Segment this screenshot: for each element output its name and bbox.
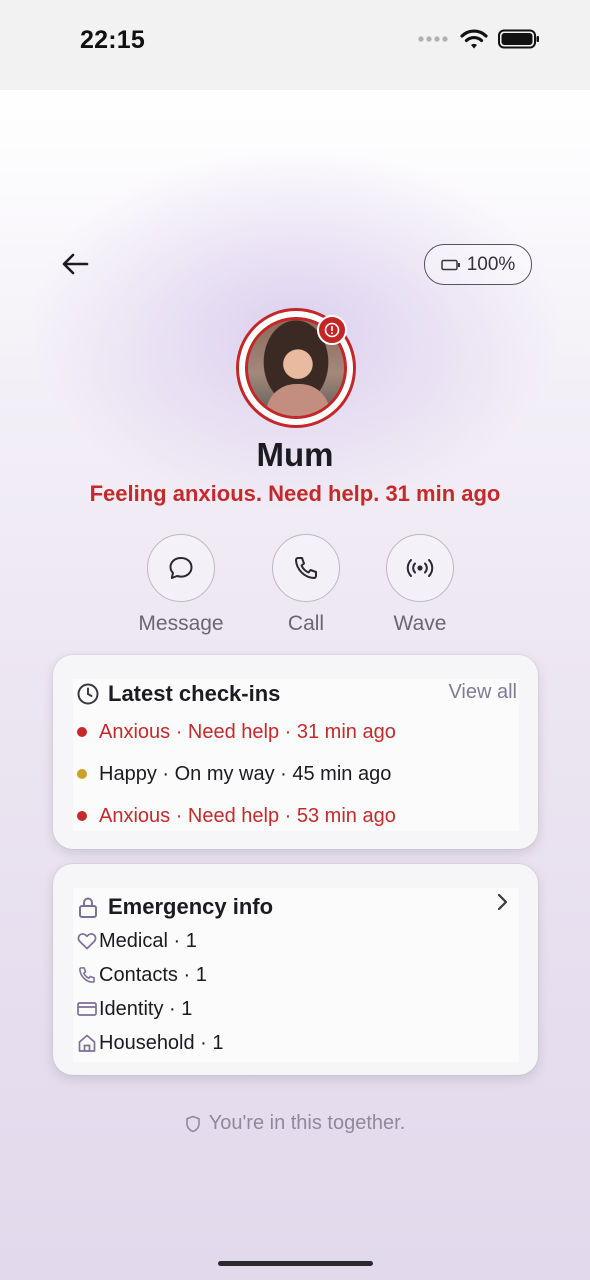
emergency-card[interactable]: Emergency info Medical · 1 Contacts · 1 <box>53 864 538 1075</box>
emergency-title: Emergency info <box>108 894 274 919</box>
emergency-item-label: Contacts · 1 <box>99 963 207 986</box>
battery-status-icon <box>498 29 539 49</box>
clock-icon <box>77 683 99 705</box>
footer-note: You're in this together. <box>0 1112 590 1135</box>
checkin-text: Anxious · Need help · 31 min ago <box>99 720 396 743</box>
lock-icon <box>79 897 97 918</box>
battery-level: 100% <box>466 253 516 275</box>
emergency-list: Medical · 1 Contacts · 1 Identity · 1 Ho… <box>73 924 519 1060</box>
emergency-header: Emergency info <box>73 892 519 922</box>
checkin-row[interactable]: Happy · On my way · 45 min ago <box>73 753 519 795</box>
checkin-text: Happy · On my way · 45 min ago <box>99 762 392 785</box>
wifi-icon <box>460 29 488 49</box>
message-label: Message <box>138 612 224 635</box>
status-time: 22:15 <box>80 26 145 54</box>
emergency-card-content: Emergency info Medical · 1 Contacts · 1 <box>73 888 519 1062</box>
checkin-text: Anxious · Need help · 53 min ago <box>99 804 396 827</box>
heart-icon <box>77 933 97 950</box>
footer-note-text: You're in this together. <box>208 1112 406 1134</box>
chevron-right-icon[interactable] <box>495 892 509 912</box>
back-button[interactable] <box>56 245 94 283</box>
message-button[interactable]: Message <box>131 534 231 636</box>
call-button-circle <box>272 534 340 602</box>
status-bar: 22:15 <box>0 0 590 90</box>
arrow-left-icon <box>62 253 89 275</box>
signal-icon <box>418 36 448 42</box>
view-all-link[interactable]: View all <box>448 681 517 704</box>
checkin-row[interactable]: Anxious · Need help · 53 min ago <box>73 795 519 837</box>
checkins-card-content: Latest check-ins View all Anxious · Need… <box>73 679 519 831</box>
battery-indicator: 100% <box>424 244 532 285</box>
call-label: Call <box>287 612 325 635</box>
emergency-item-medical[interactable]: Medical · 1 <box>73 924 519 958</box>
phone-icon <box>295 557 317 579</box>
checkins-list: Anxious · Need help · 31 min ago Happy ·… <box>73 711 519 837</box>
id-card-icon <box>77 1002 97 1016</box>
home-indicator[interactable] <box>218 1261 373 1266</box>
checkin-status-dot <box>77 727 87 737</box>
emergency-item-label: Medical · 1 <box>99 929 197 952</box>
alert-badge <box>317 315 347 345</box>
message-button-circle <box>147 534 215 602</box>
contact-name: Mum <box>256 436 334 473</box>
checkin-status-dot <box>77 769 87 779</box>
checkins-card: Latest check-ins View all Anxious · Need… <box>53 655 538 849</box>
phone-icon <box>79 967 95 983</box>
checkin-status-dot <box>77 811 87 821</box>
emergency-item-identity[interactable]: Identity · 1 <box>73 992 519 1026</box>
wave-button[interactable]: Wave <box>370 534 470 636</box>
emergency-item-household[interactable]: Household · 1 <box>73 1026 519 1060</box>
home-icon <box>78 1034 96 1052</box>
avatar[interactable] <box>236 308 356 428</box>
shield-icon <box>185 1115 200 1132</box>
exclamation-icon <box>324 322 340 338</box>
emergency-item-label: Identity · 1 <box>99 997 193 1020</box>
status-icons <box>418 28 540 50</box>
wave-icon <box>406 559 434 577</box>
wave-label: Wave <box>393 612 447 635</box>
wave-button-circle <box>386 534 454 602</box>
battery-icon <box>440 259 460 270</box>
emergency-item-contacts[interactable]: Contacts · 1 <box>73 958 519 992</box>
avatar-photo-body <box>266 384 330 416</box>
checkin-row[interactable]: Anxious · Need help · 31 min ago <box>73 711 519 753</box>
message-icon <box>169 557 193 579</box>
call-button[interactable]: Call <box>256 534 356 636</box>
checkins-title: Latest check-ins <box>108 681 281 706</box>
emergency-item-label: Household · 1 <box>99 1031 224 1054</box>
contact-status: Feeling anxious. Need help. 31 min ago <box>89 481 501 506</box>
